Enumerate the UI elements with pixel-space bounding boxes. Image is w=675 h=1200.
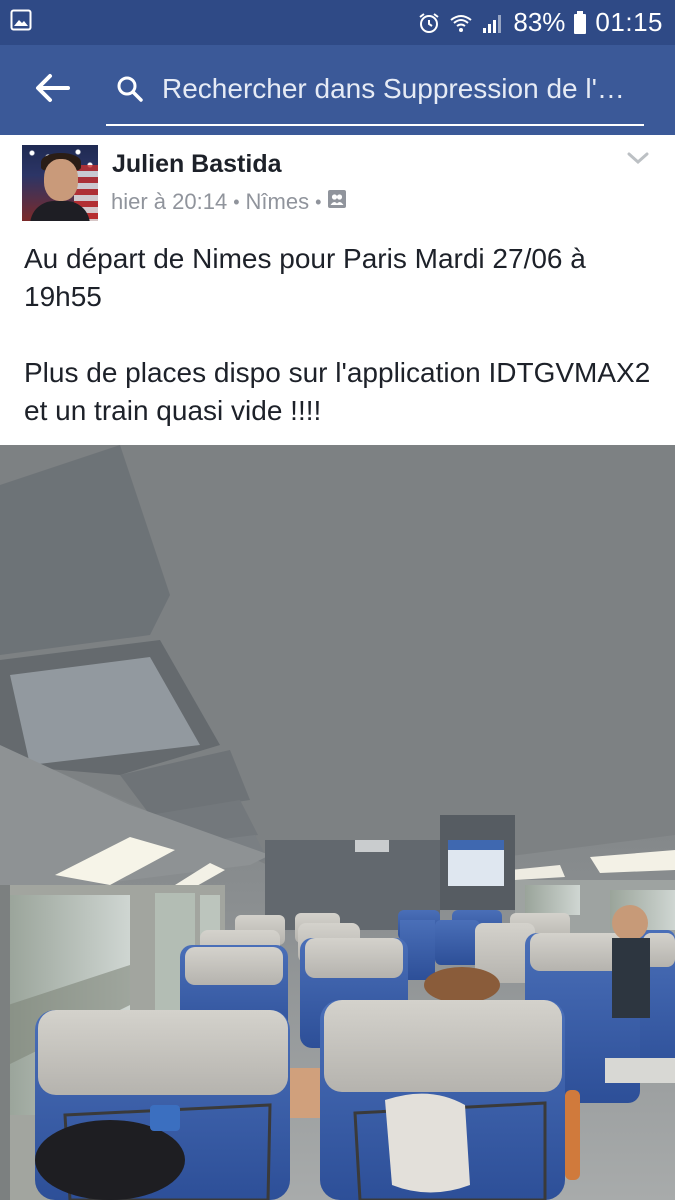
signal-icon bbox=[481, 11, 505, 35]
post-paragraph: Au départ de Nimes pour Paris Mardi 27/0… bbox=[24, 243, 586, 312]
battery-percent: 83% bbox=[513, 7, 566, 37]
search-input[interactable]: Rechercher dans Suppression de l'… bbox=[106, 54, 644, 126]
clock: 01:15 bbox=[595, 7, 663, 37]
search-toolbar: Rechercher dans Suppression de l'… bbox=[0, 45, 675, 135]
post-location[interactable]: Nîmes bbox=[246, 189, 310, 215]
author-name[interactable]: Julien Bastida bbox=[112, 150, 282, 179]
back-button[interactable] bbox=[0, 45, 104, 135]
post-time[interactable]: hier à 20:14 bbox=[111, 189, 227, 215]
status-bar: 83% 01:15 bbox=[0, 0, 675, 45]
gallery-icon bbox=[10, 9, 32, 36]
alarm-icon bbox=[417, 11, 441, 35]
battery-icon bbox=[573, 10, 587, 35]
meta-separator: • bbox=[315, 191, 322, 212]
search-icon bbox=[110, 69, 150, 109]
train-interior-photo[interactable] bbox=[0, 445, 675, 1200]
meta-separator: • bbox=[233, 191, 240, 212]
avatar[interactable] bbox=[22, 145, 98, 221]
post-meta: hier à 20:14 • Nîmes • bbox=[111, 189, 347, 215]
wifi-icon bbox=[449, 11, 473, 35]
post-options-button[interactable] bbox=[625, 145, 651, 171]
back-arrow-icon bbox=[34, 73, 70, 108]
search-placeholder: Rechercher dans Suppression de l'… bbox=[162, 73, 625, 104]
post-paragraph: Plus de places dispo sur l'application I… bbox=[24, 357, 651, 426]
post-header: Julien Bastida hier à 20:14 • Nîmes • bbox=[0, 135, 675, 230]
chevron-down-icon bbox=[625, 152, 651, 175]
audience-friends-icon bbox=[327, 189, 347, 215]
post-message: Au départ de Nimes pour Paris Mardi 27/0… bbox=[24, 240, 654, 430]
